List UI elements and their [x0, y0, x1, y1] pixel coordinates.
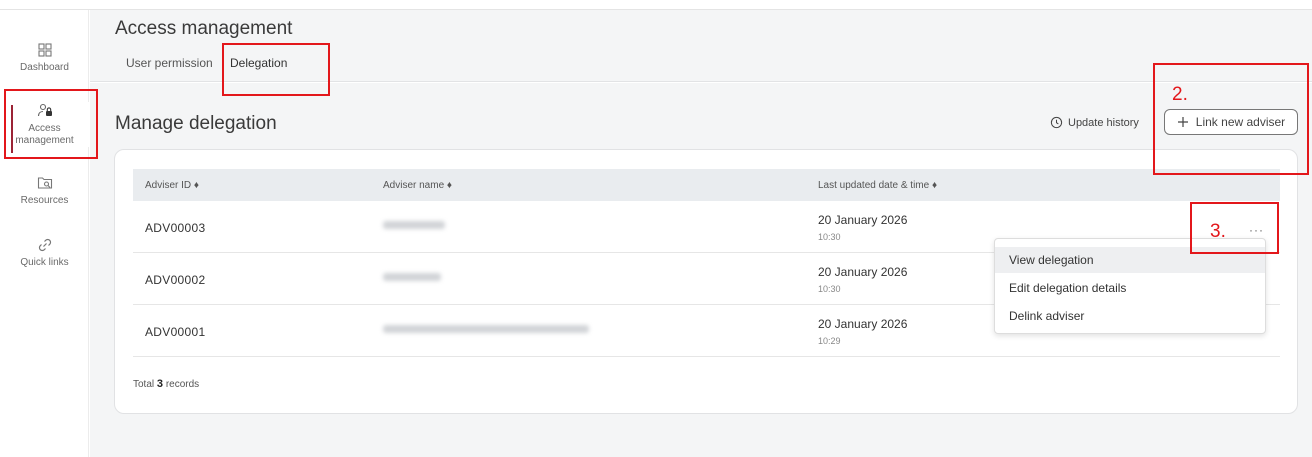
- sidebar-item-resources[interactable]: Resources: [0, 174, 89, 207]
- adviser-name-redacted: [383, 221, 445, 229]
- menu-item-delink-adviser[interactable]: Delink adviser: [995, 303, 1265, 329]
- total-suffix: records: [165, 379, 200, 390]
- grid-icon: [37, 43, 52, 57]
- total-records: Total 3 records: [133, 378, 199, 390]
- adviser-id: ADV00003: [145, 221, 206, 235]
- annotation-box-delegation-tab: [222, 43, 330, 96]
- column-header-adviser-name[interactable]: Adviser name ♦: [383, 180, 452, 191]
- sidebar-item-label: Resources: [20, 195, 69, 206]
- sidebar-item-label: Quick links: [20, 257, 69, 268]
- last-updated-time: 10:30: [818, 284, 841, 294]
- last-updated-date: 20 January 2026: [818, 265, 908, 279]
- menu-item-edit-delegation[interactable]: Edit delegation details: [995, 275, 1265, 301]
- column-header-adviser-id[interactable]: Adviser ID ♦: [145, 180, 199, 191]
- sidebar-item-label: Dashboard: [20, 62, 69, 73]
- annotation-box-access-management: [4, 89, 98, 159]
- adviser-id: ADV00001: [145, 325, 206, 339]
- last-updated-date: 20 January 2026: [818, 213, 908, 227]
- column-header-last-updated[interactable]: Last updated date & time ♦: [818, 180, 937, 191]
- sidebar-item-quick-links[interactable]: Quick links: [0, 236, 89, 269]
- table-header: Adviser ID ♦ Adviser name ♦ Last updated…: [133, 169, 1280, 201]
- section-title: Manage delegation: [115, 113, 277, 134]
- last-updated-date: 20 January 2026: [818, 317, 908, 331]
- page-title: Access management: [115, 18, 293, 39]
- update-history-label: Update history: [1068, 116, 1139, 129]
- adviser-name-redacted: [383, 273, 441, 281]
- last-updated-time: 10:30: [818, 232, 841, 242]
- sidebar: Dashboard Access management Resources Qu…: [0, 10, 89, 457]
- sidebar-item-dashboard[interactable]: Dashboard: [0, 41, 89, 74]
- update-history-link[interactable]: Update history: [1050, 116, 1139, 129]
- last-updated-time: 10:29: [818, 336, 841, 346]
- adviser-id: ADV00002: [145, 273, 206, 287]
- adviser-name-redacted: [383, 325, 589, 333]
- total-prefix: Total: [133, 379, 155, 390]
- annotation-box-row-actions: [1190, 202, 1279, 254]
- annotation-label-step3: 3.: [1210, 221, 1226, 242]
- link-icon: [38, 238, 51, 252]
- total-count: 3: [156, 378, 164, 390]
- tab-user-permission[interactable]: User permission: [126, 56, 213, 70]
- folder-search-icon: [37, 177, 52, 189]
- annotation-label-step2: 2.: [1172, 84, 1188, 105]
- annotation-box-link-adviser: [1153, 63, 1309, 175]
- clock-icon: [1050, 116, 1063, 129]
